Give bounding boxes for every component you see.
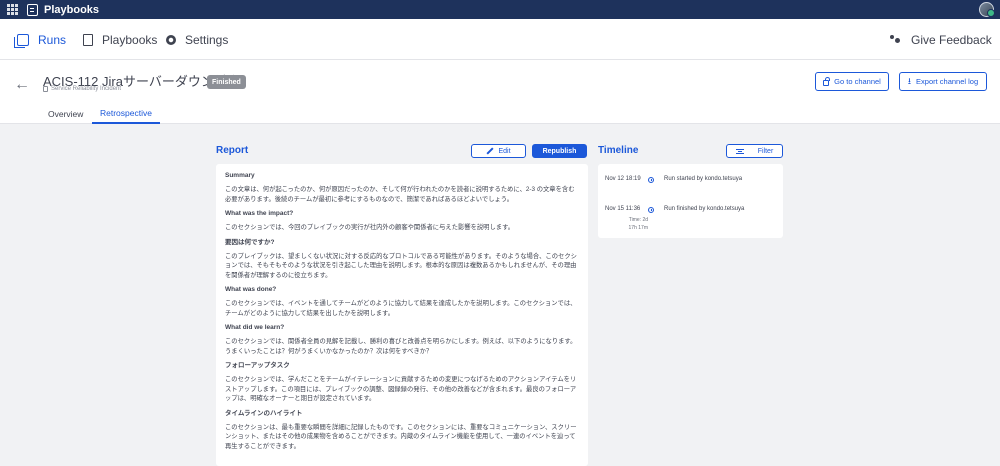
report-section-title: What was the impact?: [225, 210, 294, 217]
report-section-title: Summary: [225, 172, 255, 179]
timeline-event: Nov 12 18:19 Run started by kondo.tetsuy…: [598, 176, 783, 206]
event-time: Nov 15 11:36: [605, 206, 641, 212]
tab-label: Overview: [48, 108, 84, 119]
event-text: Run finished by kondo.tetsuya: [664, 206, 745, 212]
report-section-body: このセクションでは、イベントを通してチームがどのように協力して結果を達成したかを…: [225, 300, 577, 317]
go-to-channel-button[interactable]: Go to channel: [815, 72, 889, 91]
report-section-title: 要因は何ですか?: [225, 238, 275, 246]
filter-label: Filter: [757, 147, 774, 155]
event-info-icon: [648, 207, 654, 213]
runs-icon: [14, 33, 29, 48]
playbook-link[interactable]: Service Reliability Incident: [43, 86, 121, 92]
app-title: Playbooks: [44, 3, 100, 16]
event-duration: Time: 2d 17h 17m: [628, 217, 648, 231]
report-section-body: このプレイブックは、望ましくない状況に対する反応的なプロトコルである可能性があり…: [225, 252, 577, 279]
go-to-channel-label: Go to channel: [834, 77, 881, 86]
playbook-icon: [43, 86, 48, 92]
user-avatar[interactable]: [979, 2, 995, 17]
timeline-card: Nov 12 18:19 Run started by kondo.tetsuy…: [598, 164, 783, 238]
nav-item-label: Settings: [185, 32, 229, 47]
nav-item-settings[interactable]: Settings: [166, 19, 228, 60]
report-section-title: フォローアップタスク: [225, 362, 290, 369]
report-card: Summary この文章は、何が起こったのか、何が原因だったのか、そして何が行わ…: [216, 164, 588, 466]
lock-icon: [823, 76, 830, 86]
report-section-title: タイムラインのハイライト: [225, 409, 303, 417]
run-header: ← ACIS-112 Jiraサーバーダウン対応 Finished Servic…: [0, 60, 1000, 124]
feedback-icon: [890, 34, 902, 46]
tab-overview[interactable]: Overview: [48, 103, 83, 124]
nav-item-label: Runs: [38, 32, 67, 47]
playbooks-app-icon: [27, 3, 38, 16]
gear-icon: [166, 34, 176, 45]
event-info-icon: [648, 177, 654, 183]
republish-button[interactable]: Republish: [532, 144, 587, 158]
download-icon: ⭳: [907, 76, 912, 86]
global-header: Playbooks: [0, 0, 1000, 19]
nav-item-playbooks[interactable]: Playbooks: [83, 19, 157, 60]
report-heading: Report: [216, 145, 249, 156]
report-section-body: この文章は、何が起こったのか、何が原因だったのか、そして何が行われたのかを読者に…: [225, 186, 575, 203]
event-text: Run started by kondo.tetsuya: [664, 176, 743, 182]
status-badge: Finished: [207, 75, 246, 89]
report-section-title: What was done?: [225, 286, 277, 293]
playbook-name: Service Reliability Incident: [51, 86, 122, 92]
playbook-icon: [83, 33, 93, 46]
timeline-event: Nov 15 11:36 Time: 2d 17h 17m Run finish…: [598, 206, 783, 236]
nav-item-runs[interactable]: Runs: [14, 19, 67, 60]
report-section-body: このセクションでは、関係者全員の見解を記載し、勝利の喜びと改善点を明らかにします…: [225, 338, 577, 355]
tab-label: Retrospective: [100, 107, 152, 118]
give-feedback-label: Give Feedback: [911, 32, 992, 47]
export-channel-log-label: Export channel log: [916, 77, 979, 86]
report-section-title: What did we learn?: [225, 324, 285, 331]
event-time: Nov 12 18:19: [605, 176, 641, 182]
give-feedback-button[interactable]: Give Feedback: [890, 19, 992, 60]
report-section-body: このセクションでは、今回のプレイブックの実行が社内外の顧客や関係者に与えた影響を…: [225, 224, 515, 231]
filter-icon: [735, 148, 744, 154]
back-arrow-icon[interactable]: ←: [14, 76, 30, 94]
tab-retrospective[interactable]: Retrospective: [92, 103, 160, 124]
report-section-body: このセクションは、最も重要な瞬間を詳細に記録したものです。このセクションには、重…: [225, 423, 577, 450]
timeline-heading: Timeline: [598, 145, 639, 156]
pencil-icon: [486, 147, 495, 155]
republish-label: Republish: [542, 147, 577, 155]
edit-label: Edit: [498, 147, 511, 155]
filter-button[interactable]: Filter: [726, 144, 783, 158]
export-channel-log-button[interactable]: ⭳ Export channel log: [899, 72, 987, 91]
edit-button[interactable]: Edit: [471, 144, 526, 158]
nav-item-label: Playbooks: [102, 32, 158, 47]
report-section-body: このセクションでは、学んだことをチームがイテレーションに貢献するための変更につな…: [225, 376, 577, 402]
primary-nav: Runs Playbooks Settings Give Feedback: [0, 19, 1000, 60]
product-menu-icon[interactable]: [5, 3, 19, 17]
